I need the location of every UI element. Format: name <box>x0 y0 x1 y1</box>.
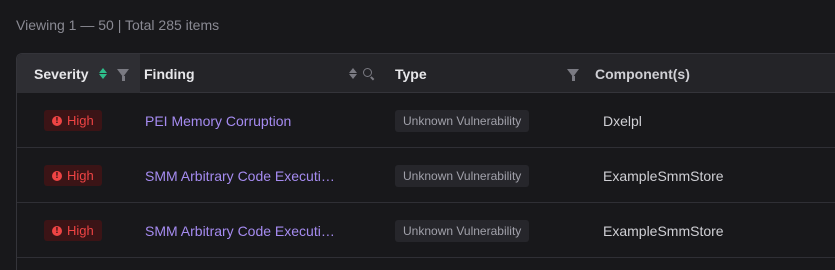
severity-badge: ! High <box>44 110 102 131</box>
findings-table: Severity Finding Type Component(s) ! Hig… <box>16 53 835 270</box>
severity-label: High <box>67 223 94 238</box>
column-label-finding: Finding <box>144 65 195 82</box>
search-icon[interactable] <box>363 67 375 80</box>
filter-icon[interactable] <box>567 68 579 81</box>
severity-badge: ! High <box>44 220 102 241</box>
type-tag: Unknown Vulnerability <box>395 109 530 132</box>
alert-icon: ! <box>52 115 62 126</box>
column-header-type[interactable]: Type <box>395 54 427 93</box>
results-summary: Viewing 1 — 50 | Total 285 items <box>16 17 220 33</box>
column-label-severity: Severity <box>34 65 89 82</box>
component-name: ExampleSmmStore <box>603 222 724 239</box>
alert-icon: ! <box>52 225 62 236</box>
finding-link[interactable]: SMM Arbitrary Code Executi… <box>145 203 335 258</box>
finding-link[interactable]: SMM Arbitrary Code Executi… <box>145 148 335 203</box>
column-header-finding[interactable]: Finding <box>144 54 195 93</box>
table-row[interactable]: ! High PEI Memory Corruption Unknown Vul… <box>17 93 835 148</box>
column-label-components: Component(s) <box>595 65 690 82</box>
alert-icon: ! <box>52 170 62 181</box>
sort-active-icon[interactable] <box>99 68 107 79</box>
column-header-components[interactable]: Component(s) <box>595 54 690 93</box>
severity-label: High <box>67 113 94 128</box>
type-tag: Unknown Vulnerability <box>395 164 530 187</box>
table-header: Severity Finding Type Component(s) <box>17 54 835 93</box>
table-row[interactable]: ! High SMM Arbitrary Code Executi… Unkno… <box>17 203 835 258</box>
sort-icon[interactable] <box>349 68 357 79</box>
severity-label: High <box>67 168 94 183</box>
table-row[interactable]: ! High SMM Arbitrary Code Executi… Unkno… <box>17 148 835 203</box>
column-label-type: Type <box>395 65 427 82</box>
component-name: ExampleSmmStore <box>603 167 724 184</box>
finding-link[interactable]: PEI Memory Corruption <box>145 93 291 148</box>
severity-badge: ! High <box>44 165 102 186</box>
type-tag: Unknown Vulnerability <box>395 219 530 242</box>
filter-icon[interactable] <box>117 68 129 81</box>
component-name: Dxelpl <box>603 112 642 129</box>
